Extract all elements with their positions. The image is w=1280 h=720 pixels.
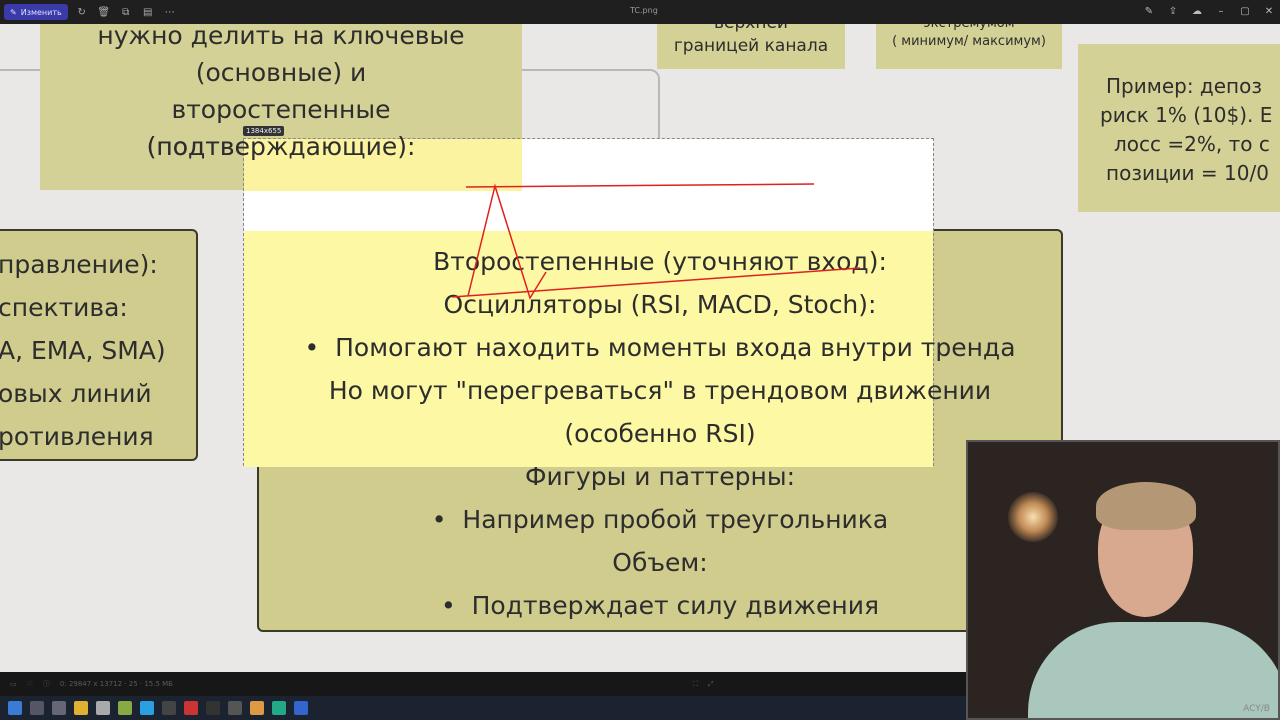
- lamp-glow: [1008, 492, 1058, 542]
- app-icon[interactable]: [206, 701, 220, 715]
- webcam-overlay: ACY/B: [966, 440, 1280, 720]
- info-icon[interactable]: ⓘ: [43, 679, 50, 689]
- taskview-icon[interactable]: [52, 701, 66, 715]
- annotation-top-line: [465, 183, 815, 188]
- explorer-icon[interactable]: [74, 701, 88, 715]
- chrome-icon[interactable]: [250, 701, 264, 715]
- app-icon[interactable]: [294, 701, 308, 715]
- app-icon[interactable]: [184, 701, 198, 715]
- edge-icon[interactable]: [272, 701, 286, 715]
- notes-icon[interactable]: [96, 701, 110, 715]
- layers-icon[interactable]: ▭: [10, 680, 17, 688]
- annotation-peak: [467, 183, 547, 300]
- webcam-watermark: ACY/B: [1243, 704, 1270, 714]
- search-icon[interactable]: [30, 701, 44, 715]
- app-icon[interactable]: [118, 701, 132, 715]
- windows-start-icon[interactable]: [8, 701, 22, 715]
- expand-icon[interactable]: ⤢: [708, 680, 714, 689]
- image-info: 0: 29847 x 13712 · 25 · 15.5 МБ: [59, 680, 173, 688]
- person-hair: [1096, 482, 1196, 530]
- fit-icon[interactable]: ⛶: [693, 680, 698, 689]
- telegram-icon[interactable]: [140, 701, 154, 715]
- heart-icon[interactable]: ♡: [27, 680, 33, 688]
- app-icon[interactable]: [228, 701, 242, 715]
- app-icon[interactable]: [162, 701, 176, 715]
- annotation-bottom-line: [451, 267, 861, 298]
